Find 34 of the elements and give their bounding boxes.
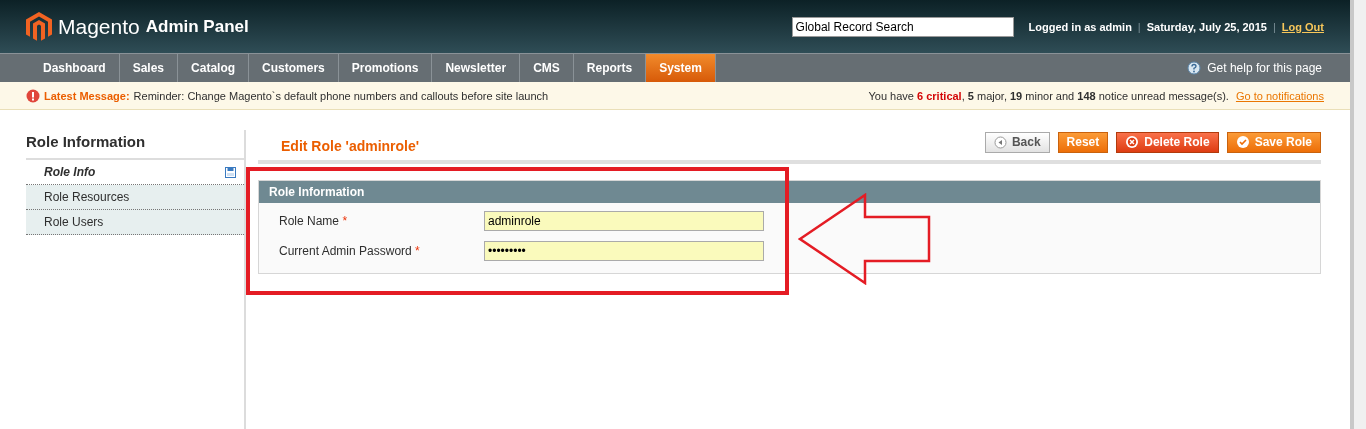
separator: | — [1273, 20, 1276, 33]
field-label: Role Name — [279, 214, 340, 228]
page-title: Edit Role 'adminrole' — [281, 138, 420, 154]
search-field[interactable]: Global Record Search — [791, 16, 1014, 37]
sidebar-tab[interactable]: Role Resources — [26, 185, 244, 210]
help-link[interactable]: Get help for this page — [1187, 54, 1322, 82]
fieldset-title: Role Information — [259, 181, 1320, 203]
action-button[interactable]: Delete Role — [1116, 131, 1219, 153]
alert-icon — [26, 88, 40, 103]
notification-summary: You have 6 critical, 5 major, 19 minor and 148 notice unread message(s). — [868, 89, 1229, 102]
help-icon — [1187, 61, 1202, 75]
action-button[interactable]: Back — [984, 131, 1050, 153]
nav-item[interactable]: System — [646, 54, 716, 82]
field-label: Current Admin Password — [279, 244, 412, 258]
required-mark: * — [342, 214, 348, 228]
message-text: Reminder: Change Magento`s default phone numbers and callouts before site launch — [133, 89, 549, 102]
logo-subtitle: Admin Panel — [145, 16, 249, 37]
logout-link[interactable]: Log Out — [1281, 20, 1324, 33]
save-icon — [225, 166, 236, 178]
sidebar-tab[interactable]: Role Users — [26, 210, 244, 235]
required-mark: * — [415, 244, 420, 258]
date-text: Saturday, July 25, 2015 — [1146, 20, 1267, 33]
input-field[interactable]: ••••••••• — [484, 241, 764, 261]
logo-icon — [26, 11, 52, 42]
arrow-icon — [798, 193, 932, 285]
logo-text: Magento — [58, 14, 140, 39]
close-icon — [1125, 135, 1140, 149]
check-icon — [1235, 135, 1250, 149]
user-text: Logged in as admin — [1028, 20, 1132, 33]
input-field[interactable]: adminrole — [484, 211, 764, 231]
notifications-link[interactable]: Go to notifications — [1235, 89, 1324, 102]
separator: | — [1137, 20, 1141, 33]
message-label: Latest Message: — [44, 89, 130, 102]
scrollbar[interactable] — [1350, 0, 1366, 429]
